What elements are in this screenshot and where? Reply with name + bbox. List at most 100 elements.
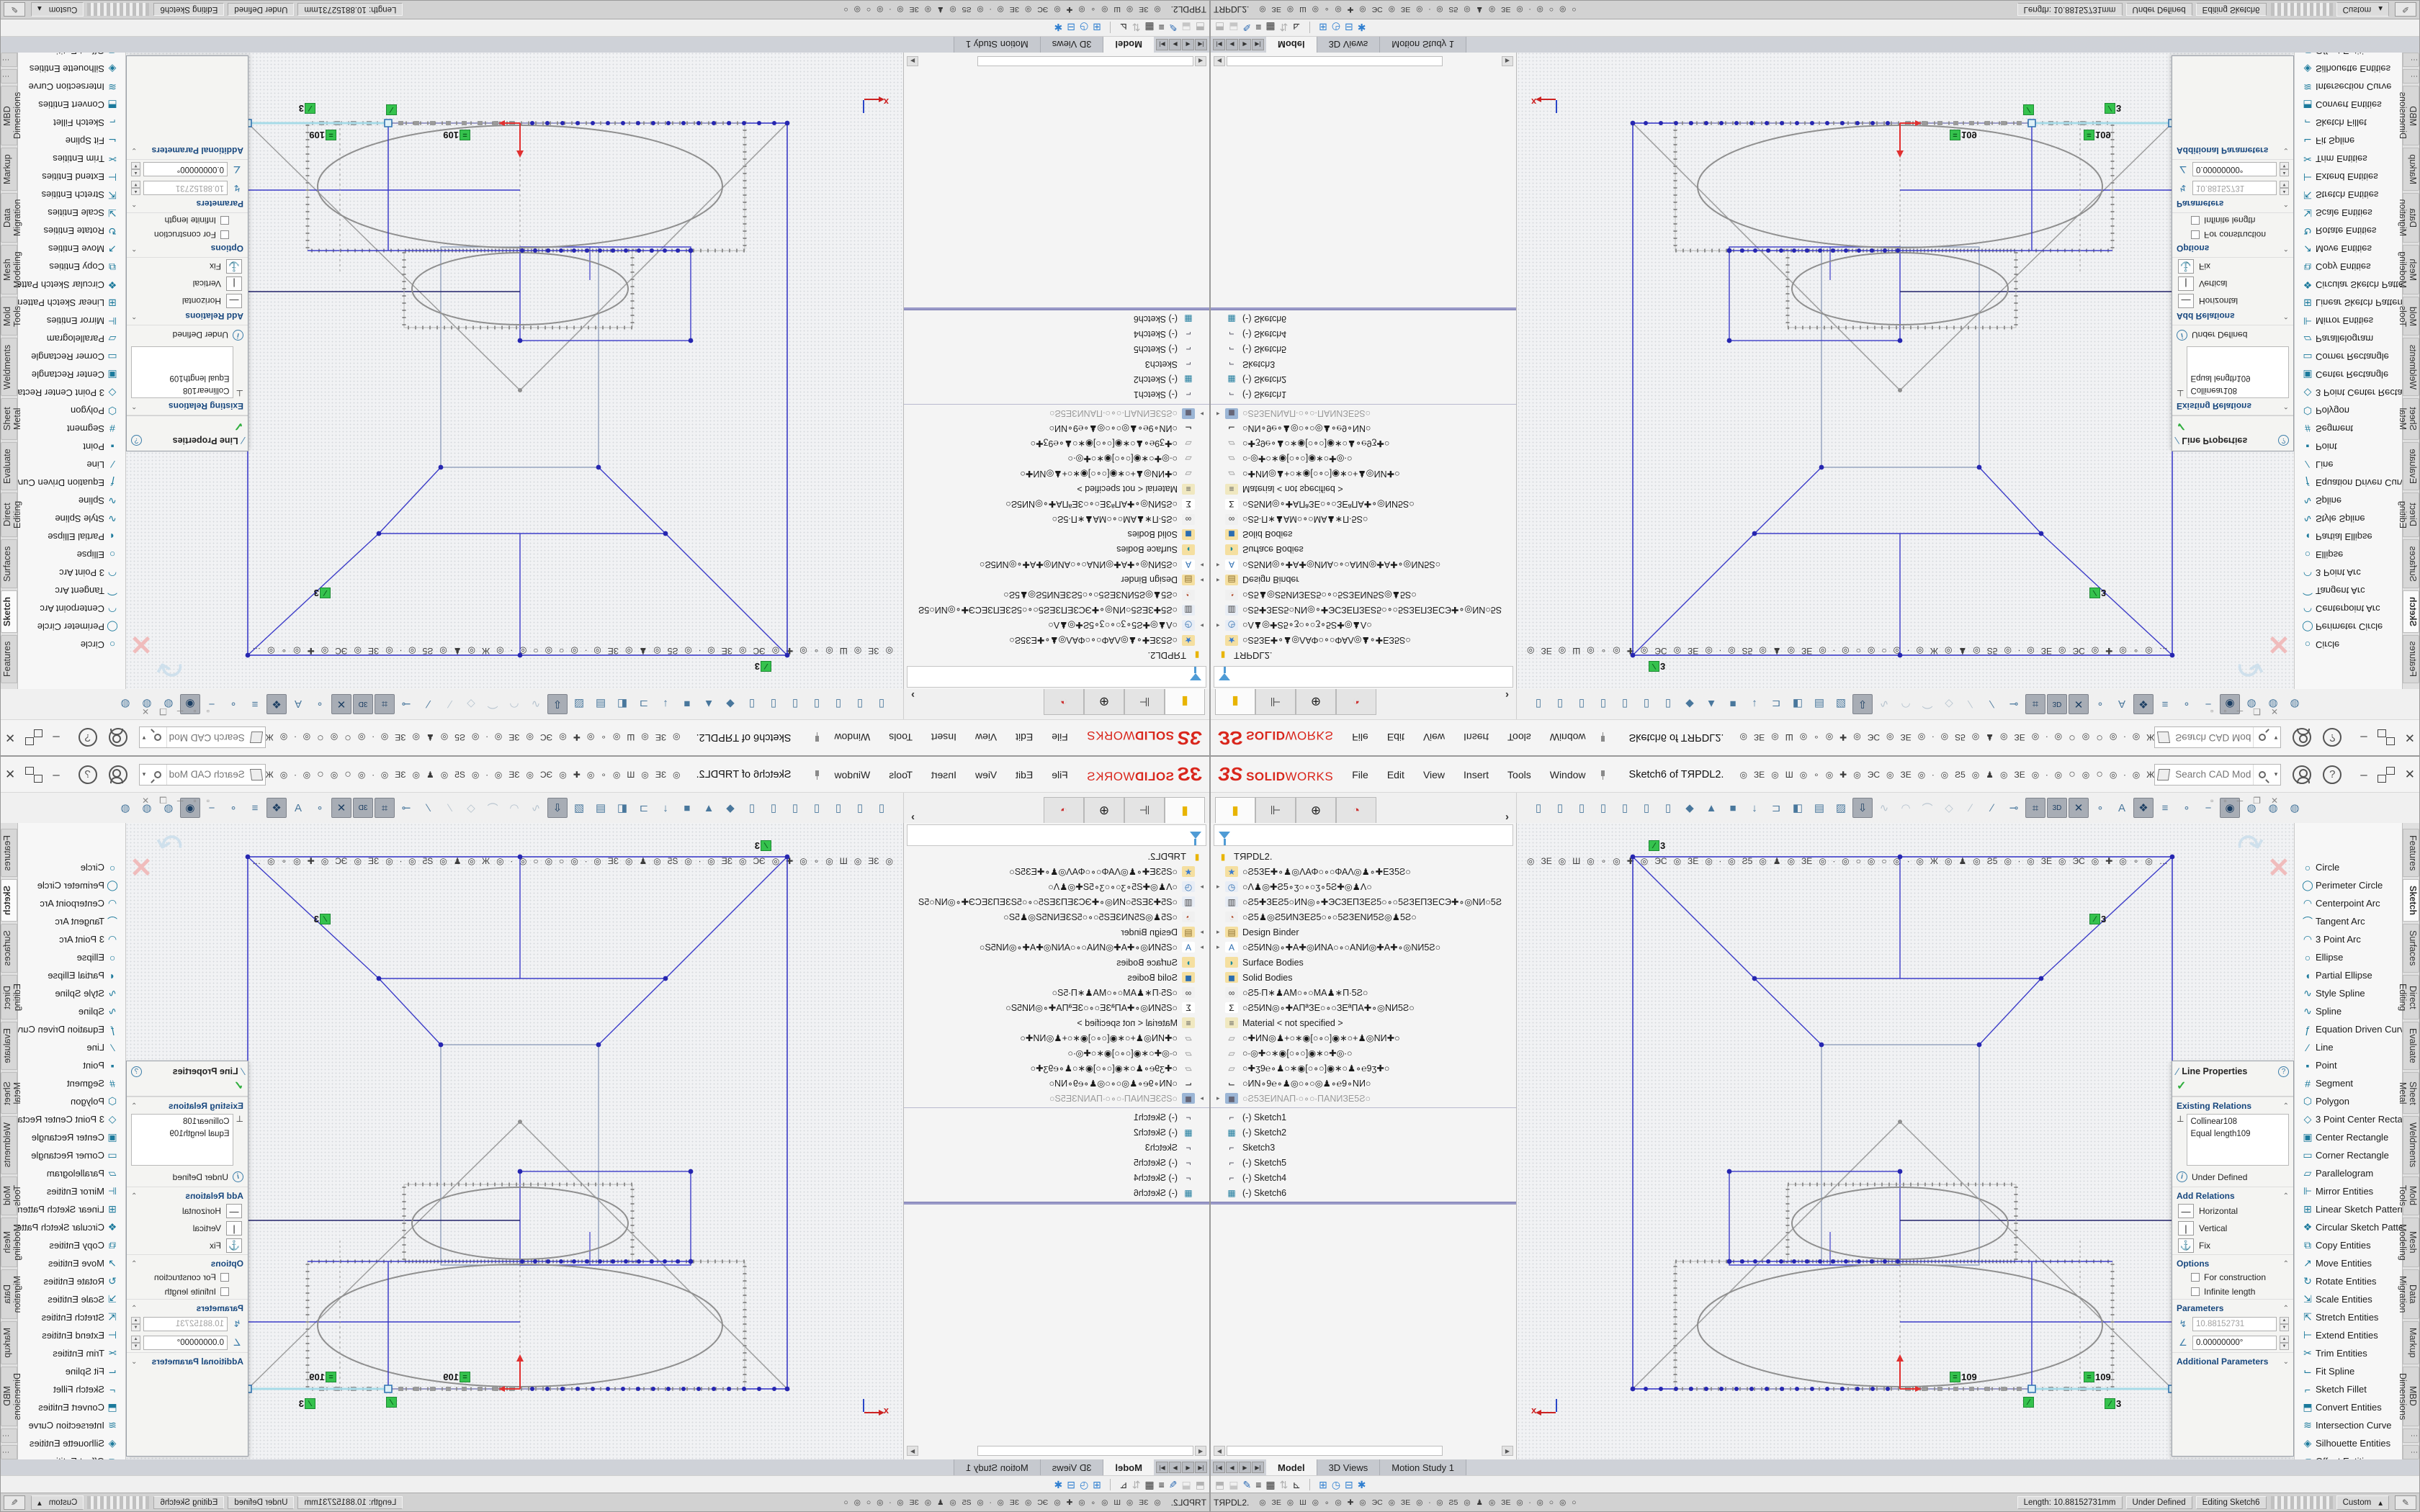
search-icon[interactable] xyxy=(148,728,167,748)
tool-rotate-entities[interactable]: ↻Rotate Entities xyxy=(2295,222,2402,240)
search-box[interactable]: ▾ xyxy=(2154,727,2281,749)
tool-tangent-arc[interactable]: ⌒Tangent Arc xyxy=(18,912,125,930)
faded-icon[interactable]: ◠ xyxy=(504,798,524,818)
additional-parameters-header[interactable]: Additional Parameters ⌄ xyxy=(127,144,248,160)
document-icon[interactable]: ▯ xyxy=(850,694,870,714)
status-units-dropdown[interactable]: Custom ▴ xyxy=(31,3,84,17)
folder-open-icon[interactable]: ⊟ xyxy=(1345,1480,1353,1490)
tool-scale-entities[interactable]: ⇲Scale Entities xyxy=(2295,1290,2402,1308)
tree-item[interactable]: Σ○Ƨ5ИN◎∘✚ΑΠªЗΕ○∘○ЗΕªΠΑ✚∘◎NИ5Ƨ○ xyxy=(1211,497,1516,512)
tab-nav-icon[interactable]: ▶ xyxy=(1169,39,1181,50)
tree-item[interactable]: ▸◷○Λ♟◎✚Ƨ5∘ʒ○∘○ʒ∘5Ƨ✚◎♟Λ○ xyxy=(904,879,1209,894)
measure-icon[interactable]: ⊸ xyxy=(396,694,416,714)
expand-panel-icon[interactable]: › xyxy=(911,689,915,701)
tab--[interactable]: ⋮ xyxy=(2403,1445,2419,1459)
search-caret-icon[interactable]: ▾ xyxy=(2275,734,2278,742)
tool-silhouette-entities[interactable]: ◈Silhouette Entities xyxy=(2295,60,2402,78)
collinear-relation-badge[interactable]: ∕ xyxy=(2023,104,2035,115)
filter-arrow-icon[interactable]: ⇅ xyxy=(1132,23,1141,33)
pen-icon[interactable]: ∕ xyxy=(418,798,438,818)
doc-restore-icon[interactable]: ❐ xyxy=(159,706,167,716)
tab-markup[interactable]: Markup xyxy=(1,1321,17,1364)
tool-polygon[interactable]: ⬡Polygon xyxy=(2295,402,2402,420)
tool-equation-driven-curve[interactable]: ƒEquation Driven Curve xyxy=(18,474,125,492)
tab-data-migration[interactable]: Data Migration xyxy=(2403,1269,2419,1319)
doc-tab-model[interactable]: Model xyxy=(1266,37,1317,53)
panel-help-icon[interactable]: ? xyxy=(131,1066,142,1077)
tool-convert-entities[interactable]: ⬒Convert Entities xyxy=(2295,96,2402,114)
expand-arrow-icon[interactable]: ▸ xyxy=(1195,943,1204,951)
tile-icon[interactable]: ▫ xyxy=(2223,706,2226,716)
scroll-left-icon[interactable]: ◀ xyxy=(1195,1446,1206,1456)
tab-data-migration[interactable]: Data Migration xyxy=(1,193,17,243)
delete-icon[interactable]: ✕ xyxy=(331,798,351,818)
tool-intersection-curve[interactable]: ≋Intersection Curve xyxy=(18,1416,125,1434)
lines-icon[interactable]: ≡ xyxy=(2155,798,2175,818)
help-icon[interactable]: ? xyxy=(2323,765,2341,784)
menu-tools[interactable]: Tools xyxy=(1507,769,1531,780)
doc-minimize-icon[interactable]: ─ xyxy=(2237,796,2244,806)
equal-relation-tag[interactable]: = 109 xyxy=(443,130,470,140)
tab-mold-tools[interactable]: Mold Tools xyxy=(2403,297,2419,336)
angle-parameter[interactable]: ∠ 0.00000000° ▲▼ xyxy=(2172,160,2293,179)
tab--[interactable]: ⋮ xyxy=(1,1445,17,1459)
doc-arrow-icon[interactable]: ◧ xyxy=(1788,694,1808,714)
tool-copy-entities[interactable]: ⧉Copy Entities xyxy=(18,1236,125,1254)
cancel-sketch-watermark-icon[interactable]: ✕ xyxy=(2267,628,2290,660)
relations-listbox[interactable]: Collinear108 Equal length109 xyxy=(131,1114,233,1166)
tool-rotate-entities[interactable]: ↻Rotate Entities xyxy=(18,1272,125,1290)
tool-3-point-arc[interactable]: ◠3 Point Arc xyxy=(18,930,125,948)
document-icon[interactable]: ▯ xyxy=(1636,798,1657,818)
tool-ellipse[interactable]: ○Ellipse xyxy=(18,948,125,966)
tab-weldments[interactable]: Weldments xyxy=(2403,1116,2419,1174)
tab-nav-icon[interactable]: ▶ xyxy=(1239,1462,1251,1473)
tool-point[interactable]: ▪Point xyxy=(18,438,125,456)
tree-item[interactable]: ▥○Ƨ5✚ЗΕƧ5○ИN◎∘✚ЭСЗΕПЗΕƧ5○∘○5ƧЗΕПЗΕСЭ✚∘◎N… xyxy=(904,603,1209,618)
menu-file[interactable]: File xyxy=(1052,769,1068,780)
menu-tools[interactable]: Tools xyxy=(1507,732,1531,744)
document-icon[interactable]: ▯ xyxy=(742,798,762,818)
tool-circular-sketch-pattern[interactable]: ❖Circular Sketch Pattern xyxy=(2295,276,2402,294)
minimize-button[interactable]: – xyxy=(2360,731,2367,745)
tree-item[interactable]: ≡Material < not specified > xyxy=(1211,1015,1516,1030)
displaymanager-tab[interactable]: ◔ xyxy=(1336,797,1376,823)
relation-item[interactable]: Collinear108 xyxy=(135,1116,230,1128)
menu-window[interactable]: Window xyxy=(1550,769,1586,780)
history-clock-icon[interactable]: ◷ xyxy=(1080,23,1088,33)
expand-arrow-icon[interactable]: ▸ xyxy=(1195,410,1204,418)
folder-open-icon[interactable]: ⊟ xyxy=(1067,1480,1075,1490)
tool-corner-rectangle[interactable]: ▭Corner Rectangle xyxy=(2295,348,2402,366)
tool-segment[interactable]: #Segment xyxy=(2295,1074,2402,1092)
tab-sheet-metal[interactable]: Sheet Metal xyxy=(2403,1072,2419,1114)
delete-icon[interactable]: ✕ xyxy=(2069,798,2089,818)
tool-sketch-fillet[interactable]: ⌐Sketch Fillet xyxy=(18,1380,125,1398)
tool-3-point-center-recta-[interactable]: ◇3 Point Center Recta... xyxy=(18,1110,125,1128)
equal-relation-tag[interactable]: = 109 xyxy=(309,1372,336,1382)
cone-shape-icon[interactable]: ▲ xyxy=(699,694,719,714)
search-input[interactable] xyxy=(2174,768,2252,780)
rollback-bar[interactable] xyxy=(1211,1202,1516,1205)
tab-mbd-dimensions[interactable]: MBD Dimensions xyxy=(1,1367,17,1426)
infinite-length-checkbox[interactable]: Infinite length xyxy=(2172,213,2293,228)
tree-item[interactable]: ▥○Ƨ5✚ЗΕƧ5○ИN◎∘✚ЭСЗΕПЗΕƧ5○∘○5ƧЗΕПЗΕСЭ✚∘◎N… xyxy=(1211,894,1516,909)
tool-partial-ellipse[interactable]: ◖Partial Ellipse xyxy=(2295,966,2402,984)
dot-icon[interactable]: ∘ xyxy=(2177,694,2197,714)
tab-markup[interactable]: Markup xyxy=(1,148,17,191)
tree-item[interactable]: ◼Solid Bodies xyxy=(904,970,1209,985)
tree-item[interactable]: ⌐(-) Sketch5 xyxy=(1211,1155,1516,1170)
new-document-icon[interactable]: ▯ xyxy=(1528,798,1549,818)
tool-move-entities[interactable]: ↗Move Entities xyxy=(18,1254,125,1272)
paste-icon[interactable]: ⊐ xyxy=(1766,694,1786,714)
doc-close-icon[interactable]: ✕ xyxy=(142,706,149,716)
expand-arrow-icon[interactable]: ▸ xyxy=(1195,883,1204,891)
menu-tools[interactable]: Tools xyxy=(889,769,913,780)
angle-parameter[interactable]: ∠ 0.00000000° ▲▼ xyxy=(2172,1333,2293,1352)
tab-nav-icon[interactable]: ◀ xyxy=(1226,1462,1238,1473)
tab-markup[interactable]: Markup xyxy=(2403,148,2419,191)
tool-sketch-fillet[interactable]: ⌐Sketch Fillet xyxy=(2295,114,2402,132)
tool-3-point-arc[interactable]: ◠3 Point Arc xyxy=(18,564,125,582)
document-window-controls[interactable]: ▫▫─❐✕ xyxy=(142,706,210,716)
document-icon[interactable]: ▯ xyxy=(1550,798,1570,818)
pages-icon[interactable]: ⬓ xyxy=(1229,1480,1238,1490)
spinner-control[interactable]: ▲▼ xyxy=(131,1317,140,1331)
